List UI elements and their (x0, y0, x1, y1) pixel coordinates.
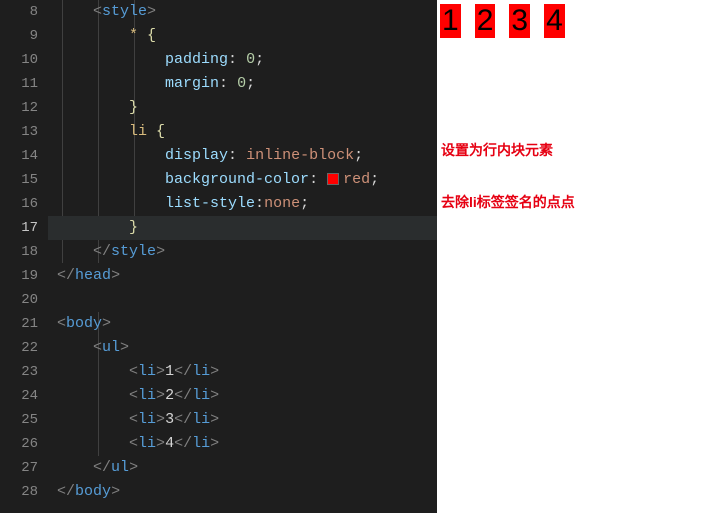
preview-list-item: 4 (544, 4, 565, 38)
line-number: 14 (0, 144, 38, 168)
color-swatch-icon (327, 173, 339, 185)
code-line[interactable]: * { (48, 24, 437, 48)
browser-preview: 1 2 3 4 (440, 4, 570, 38)
line-number: 28 (0, 480, 38, 504)
line-number: 21 (0, 312, 38, 336)
code-line[interactable]: background-color: red; (48, 168, 437, 192)
line-number: 19 (0, 264, 38, 288)
code-line[interactable]: li { (48, 120, 437, 144)
line-number: 8 (0, 0, 38, 24)
line-number: 23 (0, 360, 38, 384)
code-line[interactable]: <li>2</li> (48, 384, 437, 408)
preview-list-item: 3 (509, 4, 530, 38)
line-number: 24 (0, 384, 38, 408)
code-line[interactable]: <li>4</li> (48, 432, 437, 456)
code-area[interactable]: <style> * { padding: 0; margin: 0; } li … (48, 0, 437, 513)
line-number: 27 (0, 456, 38, 480)
code-line[interactable]: <ul> (48, 336, 437, 360)
watermark-brand: CSDN (600, 490, 637, 505)
line-number: 25 (0, 408, 38, 432)
code-line[interactable]: margin: 0; (48, 72, 437, 96)
code-line[interactable]: </body> (48, 480, 437, 504)
watermark: CSDN @搜捕鸟了 (600, 488, 706, 507)
code-line[interactable]: <li>1</li> (48, 360, 437, 384)
preview-list-item: 1 (440, 4, 461, 38)
annotation-text: 去除li标签签名的点点 (441, 192, 575, 212)
code-line[interactable]: padding: 0; (48, 48, 437, 72)
line-number: 20 (0, 288, 38, 312)
watermark-author: @搜捕鸟了 (641, 488, 706, 507)
code-line[interactable]: <body> (48, 312, 437, 336)
line-number: 18 (0, 240, 38, 264)
code-line[interactable]: } (48, 96, 437, 120)
line-number: 9 (0, 24, 38, 48)
line-number: 11 (0, 72, 38, 96)
code-line[interactable]: list-style:none; (48, 192, 437, 216)
code-line[interactable]: display: inline-block; (48, 144, 437, 168)
line-number: 13 (0, 120, 38, 144)
code-line[interactable]: <style> (48, 0, 437, 24)
line-number: 15 (0, 168, 38, 192)
preview-list-item: 2 (475, 4, 496, 38)
code-line[interactable]: <li>3</li> (48, 408, 437, 432)
code-line[interactable]: </head> (48, 264, 437, 288)
line-number: 26 (0, 432, 38, 456)
annotation-text: 设置为行内块元素 (441, 140, 553, 160)
line-number: 22 (0, 336, 38, 360)
line-number: 12 (0, 96, 38, 120)
line-number-gutter: 8 9 10 11 12 13 14 15 16 17 18 19 20 21 … (0, 0, 48, 513)
line-number-active: 17 (0, 216, 38, 240)
line-number: 16 (0, 192, 38, 216)
code-editor[interactable]: 8 9 10 11 12 13 14 15 16 17 18 19 20 21 … (0, 0, 437, 513)
code-line[interactable]: </style> (48, 240, 437, 264)
code-line[interactable]: </ul> (48, 456, 437, 480)
code-line[interactable] (48, 288, 437, 312)
code-line-active[interactable]: } (48, 216, 437, 240)
line-number: 10 (0, 48, 38, 72)
